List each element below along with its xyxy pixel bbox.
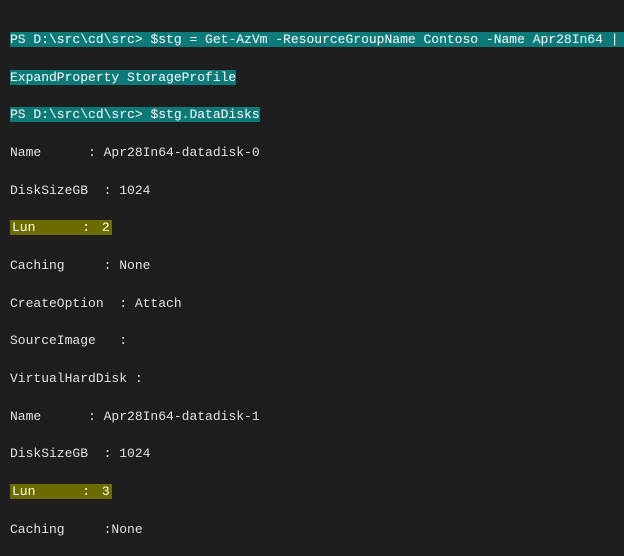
command-line-2: PS D:\src\cd\src> $stg.DataDisks	[10, 106, 614, 125]
disk1-lun: Lun : 3	[10, 483, 614, 502]
disk1-size: DiskSizeGB : 1024	[10, 445, 614, 464]
disk1-name: Name : Apr28In64-datadisk-1	[10, 408, 614, 427]
ps-prompt: PS D:\src\cd\src> $stg.DataDisks	[10, 107, 260, 122]
disk0-lun: Lun : 2	[10, 219, 614, 238]
disk0-caching: Caching : None	[10, 257, 614, 276]
command-line-1: PS D:\src\cd\src> $stg = Get-AzVm -Resou…	[10, 31, 614, 50]
command-line-1b: ExpandProperty StorageProfile	[10, 69, 614, 88]
disk0-srcimg: SourceImage :	[10, 332, 614, 351]
disk0-vhd: VirtualHardDisk :	[10, 370, 614, 389]
disk1-caching: Caching :None	[10, 521, 614, 540]
disk0-name: Name : Apr28In64-datadisk-0	[10, 144, 614, 163]
disk0-create: CreateOption : Attach	[10, 295, 614, 314]
disk0-size: DiskSizeGB : 1024	[10, 182, 614, 201]
ps-prompt: PS D:\src\cd\src> $stg = Get-AzVm -Resou…	[10, 32, 624, 47]
terminal-output: PS D:\src\cd\src> $stg = Get-AzVm -Resou…	[0, 0, 624, 556]
